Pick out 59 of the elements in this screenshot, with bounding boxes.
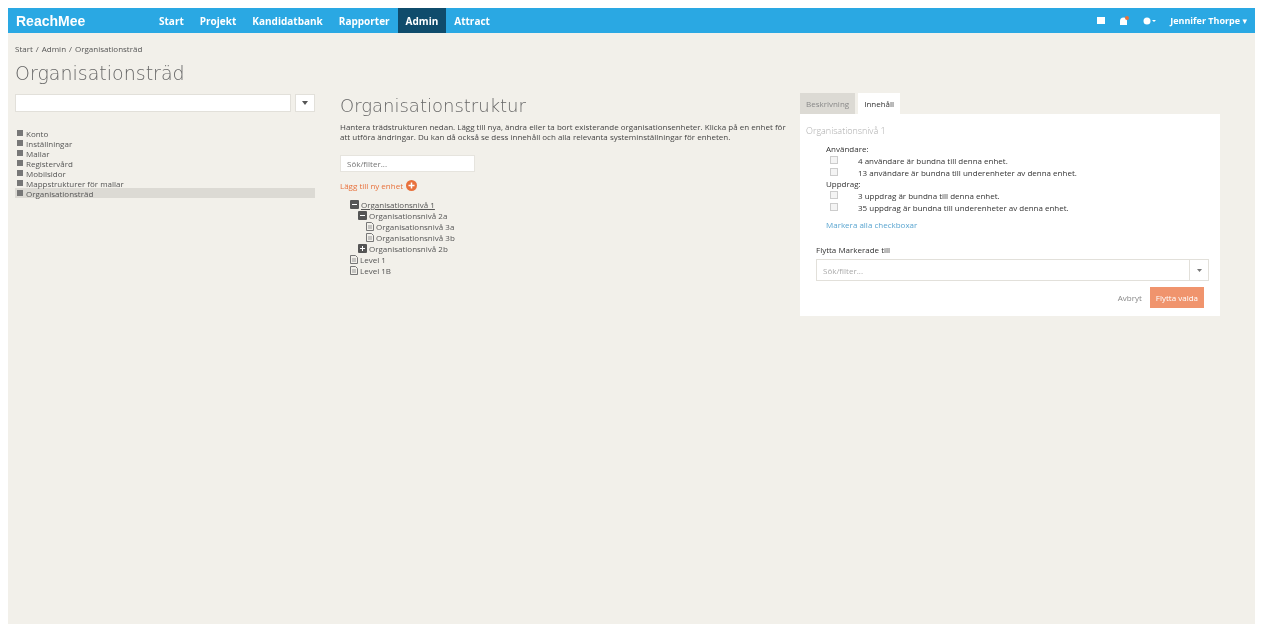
checkbox[interactable]	[830, 203, 838, 211]
sidebar-item[interactable]: Mobilsidor	[15, 168, 315, 178]
settings-icon[interactable]	[1143, 16, 1157, 25]
section-title: Organisationstruktur	[340, 95, 527, 116]
caret-icon	[1196, 268, 1202, 272]
dropdown-button[interactable]	[295, 94, 315, 112]
nav-item[interactable]: Admin	[397, 8, 447, 33]
tab[interactable]: Innehåll	[858, 93, 901, 114]
cancel-link[interactable]: Avbryt	[1117, 292, 1142, 303]
checkbox-label: 3 uppdrag är bundna till denna enhet.	[858, 189, 1000, 201]
search-field[interactable]	[15, 94, 291, 112]
checkbox-label: 35 uppdrag är bundna till underenheter av denna enhet.	[858, 201, 1069, 213]
page-title: Organisationsträd	[15, 62, 186, 84]
message-icon[interactable]	[1097, 17, 1106, 24]
bell-icon[interactable]	[1119, 15, 1130, 26]
square-icon	[17, 160, 23, 166]
breadcrumb-link[interactable]: Start	[15, 43, 33, 54]
breadcrumb-separator: /	[69, 43, 72, 54]
checkbox[interactable]	[830, 156, 838, 164]
square-icon	[17, 170, 23, 176]
sidebar-item[interactable]: Konto	[15, 128, 315, 138]
tree-node[interactable]: Organisationsnivå 3b	[376, 232, 455, 243]
square-icon	[17, 150, 23, 156]
breadcrumb-separator: /	[35, 43, 39, 54]
breadcrumb-link[interactable]: Admin	[41, 43, 67, 54]
collapse-icon[interactable]	[358, 211, 367, 220]
expand-icon[interactable]	[358, 244, 367, 253]
checkbox[interactable]	[830, 191, 838, 199]
caret-icon	[302, 101, 308, 105]
description: Hantera trädstrukturen nedan. Lägg till nya, ändra eller ta bort existerande organisationsenheter. Klicka på en enhet för att utföra ändringar. Du kan då också se dess innehåll och alla relevanta systeminställningar för enheten.	[340, 122, 787, 142]
checkbox-label: 13 användare är bundna till underenheter av denna enhet.	[858, 166, 1077, 178]
checkbox[interactable]	[830, 168, 838, 176]
tree-node[interactable]: Organisationsnivå 1	[361, 199, 435, 210]
collapse-icon[interactable]	[350, 200, 359, 209]
filter-field[interactable]: Sök/filter...	[340, 155, 475, 172]
tree-node[interactable]: Level 1	[360, 254, 386, 265]
square-icon	[17, 190, 23, 196]
sidebar-item[interactable]: Mappstrukturer för mallar	[15, 178, 315, 188]
tree-node[interactable]: Organisationsnivå 3a	[376, 221, 455, 232]
field-label: Flytta Markerade till	[816, 244, 892, 255]
document-icon	[350, 266, 358, 275]
tree-node[interactable]: Organisationsnivå 2a	[369, 210, 448, 221]
sidebar-item[interactable]: Organisationsträd	[15, 188, 315, 198]
square-icon	[17, 180, 23, 186]
add-icon[interactable]	[406, 180, 417, 191]
document-icon	[366, 233, 374, 242]
square-icon	[17, 130, 23, 136]
square-icon	[17, 140, 23, 146]
tree-node[interactable]: Level 1B	[360, 265, 391, 276]
breadcrumb-link[interactable]: Organisationsträd	[75, 43, 143, 54]
sidebar-item[interactable]: Inställningar	[15, 138, 315, 148]
sidebar-item[interactable]: Registervård	[15, 158, 315, 168]
sidebar-item[interactable]: Mallar	[15, 148, 315, 158]
group-label: Uppdrag:	[826, 178, 862, 189]
document-icon	[366, 222, 374, 231]
tree-node[interactable]: Organisationsnivå 2b	[369, 243, 448, 254]
checkbox-label: 4 användare är bundna till denna enhet.	[858, 154, 1008, 166]
document-icon	[350, 255, 358, 264]
group-label: Användare:	[826, 143, 870, 154]
